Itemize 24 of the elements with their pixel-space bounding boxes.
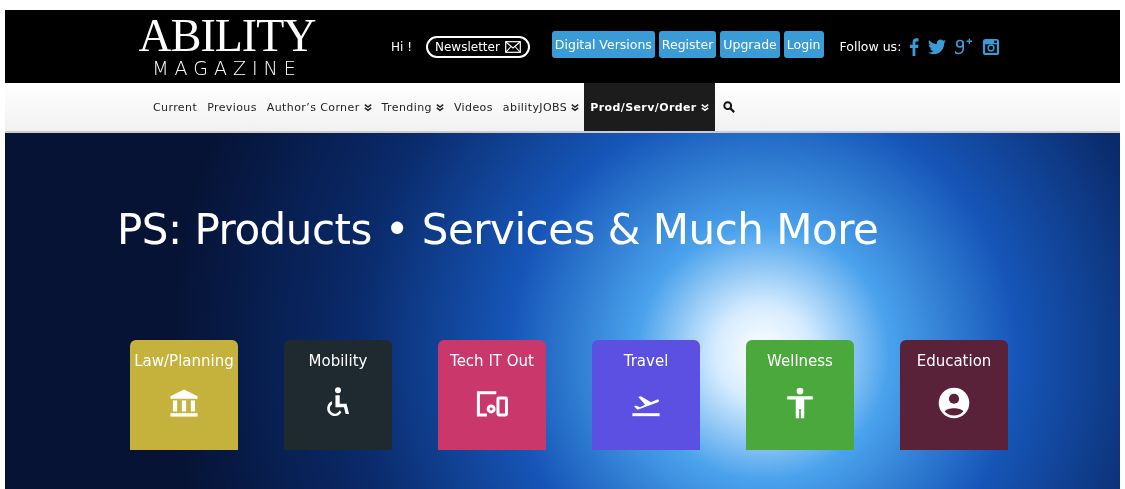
nav-link[interactable]: Videos	[448, 83, 498, 131]
follow-label: Follow us:	[839, 39, 902, 54]
nav-link[interactable]: Prod/Serv/Order	[584, 83, 715, 131]
nav-link[interactable]: Author’s Corner	[261, 83, 377, 131]
banner-title: PS: Products • Services & Much More	[117, 205, 880, 254]
search-icon[interactable]	[722, 101, 735, 113]
nav-link[interactable]: Trending	[376, 83, 449, 131]
nav-link[interactable]: Previous	[202, 83, 262, 131]
category-tile[interactable]: Travel	[592, 340, 700, 450]
category-tile[interactable]: Education	[900, 340, 1008, 450]
nav-link[interactable]: Current	[148, 83, 203, 131]
newsletter-button[interactable]: Newsletter	[426, 35, 530, 58]
twitter-icon[interactable]	[928, 37, 947, 56]
envelope-icon	[504, 40, 521, 53]
user-circle-icon	[937, 386, 971, 420]
logo-title[interactable]: ABILITY	[138, 14, 316, 57]
logo-subtitle[interactable]: MAGAZINE	[152, 56, 302, 79]
google-plus-icon[interactable]	[955, 37, 974, 56]
instagram-icon[interactable]	[982, 37, 1001, 56]
category-tile[interactable]: Mobility	[284, 340, 392, 450]
category-tile[interactable]: Tech IT Out	[438, 340, 546, 450]
facebook-icon[interactable]	[909, 37, 920, 56]
greeting-text: Hi !	[391, 39, 412, 54]
nav-link[interactable]: abilityJOBS	[497, 83, 585, 131]
